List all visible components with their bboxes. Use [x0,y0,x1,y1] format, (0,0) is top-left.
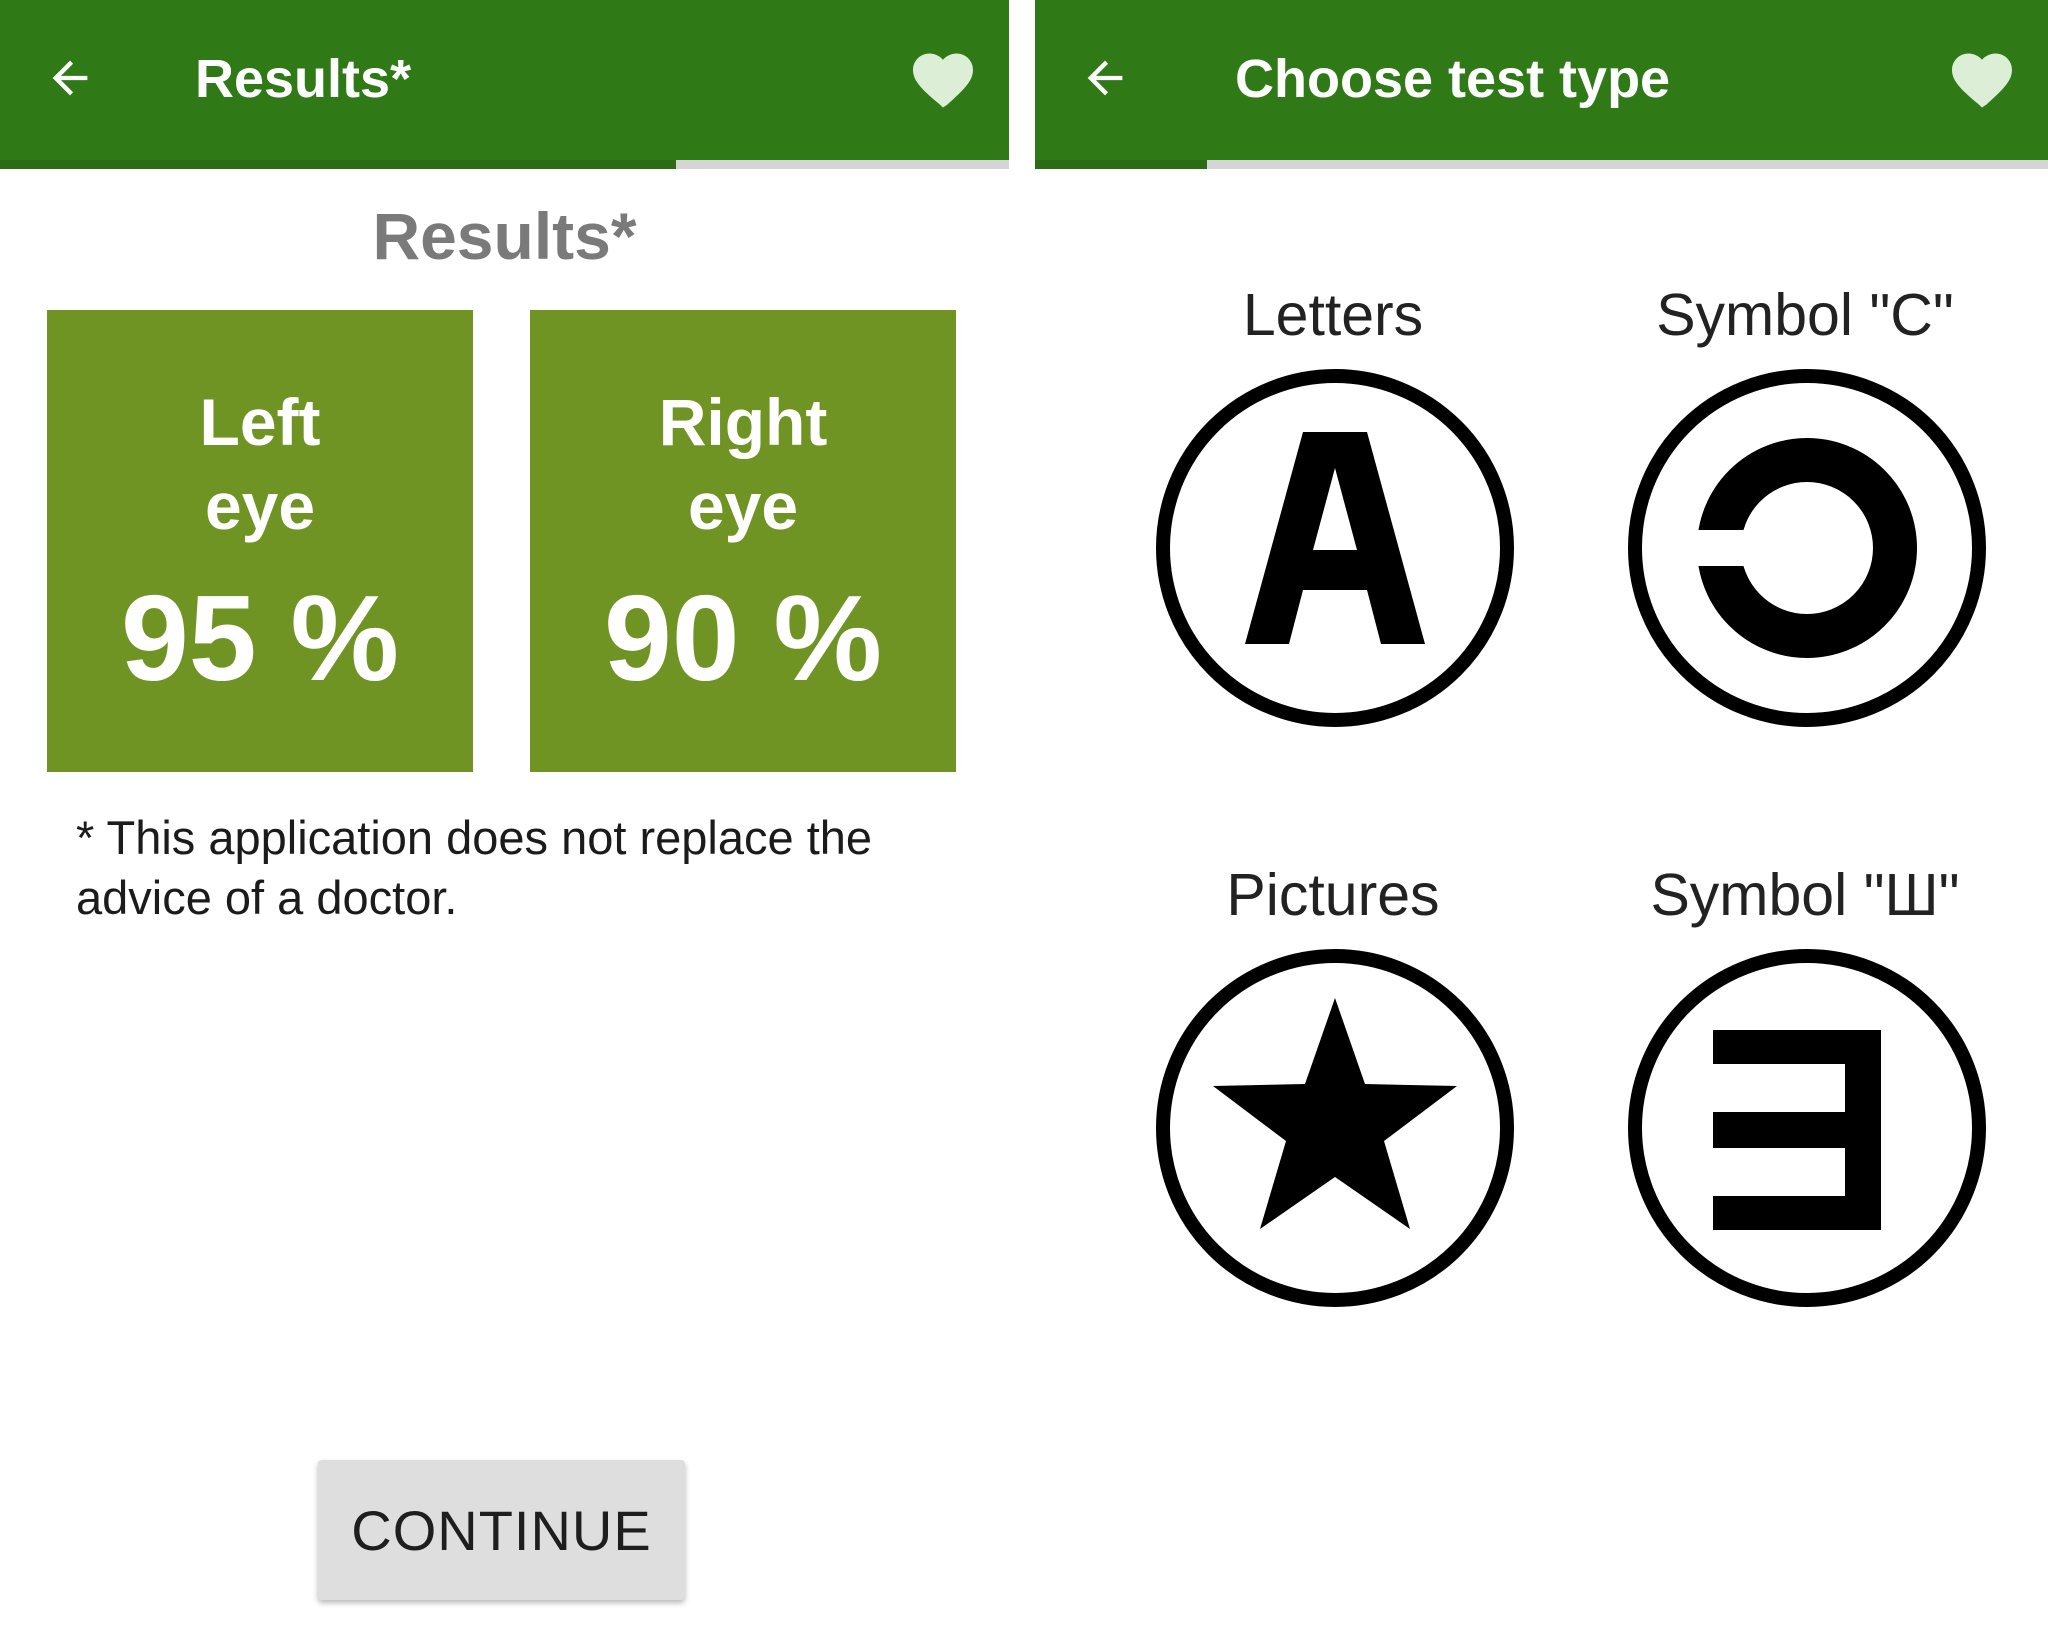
left-eye-label-text: Left eye [199,385,321,543]
back-arrow-button[interactable] [42,50,98,106]
choose-test-type-screen: Choose test type Letters Symbol "C" Pict… [1035,0,2048,1626]
left-eye-percent: 95 % [120,570,400,706]
test-option-letters[interactable]: Letters [1123,280,1543,740]
app-bar-title: Results* [195,49,412,109]
heart-icon [1952,53,2012,108]
tumbling-e-icon [1628,949,1986,1307]
page-title: Results* [372,199,637,273]
landolt-c-icon [1628,369,1986,727]
right-eye-percent: 90 % [603,570,883,706]
favorite-button[interactable] [907,44,979,108]
test-option-label: Symbol "C" [1656,282,1954,348]
heart-icon [913,53,973,108]
test-option-label: Pictures [1226,862,1440,928]
progress-bar-fill [0,160,677,169]
right-eye-label: Right eye [530,380,956,548]
app-bar-title: Choose test type [1235,49,1671,109]
left-eye-result-tile: Left eye 95 % [47,310,473,772]
progress-bar-fill [1035,160,1208,169]
progress-bar [1035,160,2048,169]
continue-button[interactable]: CONTINUE [318,1460,685,1600]
results-screen: Results* Results* Left eye 95 % Right ey… [0,0,1009,1626]
progress-bar [0,160,1009,169]
left-eye-label: Left eye [47,380,473,548]
right-eye-result-tile: Right eye 90 % [530,310,956,772]
results-app-bar: Results* [0,0,1009,160]
back-arrow-button[interactable] [1077,50,1133,106]
test-option-symbol-sh[interactable]: Symbol "Ш" [1595,860,2015,1320]
back-arrow-icon [1087,60,1123,96]
right-eye-label-text: Right eye [658,385,828,543]
test-option-label: Letters [1242,282,1424,348]
disclaimer-text: * This application does not replace the … [76,811,873,924]
star-icon [1156,949,1514,1307]
test-option-label: Symbol "Ш" [1650,862,1960,928]
test-option-pictures[interactable]: Pictures [1123,860,1543,1320]
back-arrow-icon [52,60,88,96]
test-option-symbol-c[interactable]: Symbol "C" [1595,280,2015,740]
test-type-app-bar: Choose test type [1035,0,2048,160]
letter-a-icon [1156,369,1514,727]
favorite-button[interactable] [1946,44,2018,108]
